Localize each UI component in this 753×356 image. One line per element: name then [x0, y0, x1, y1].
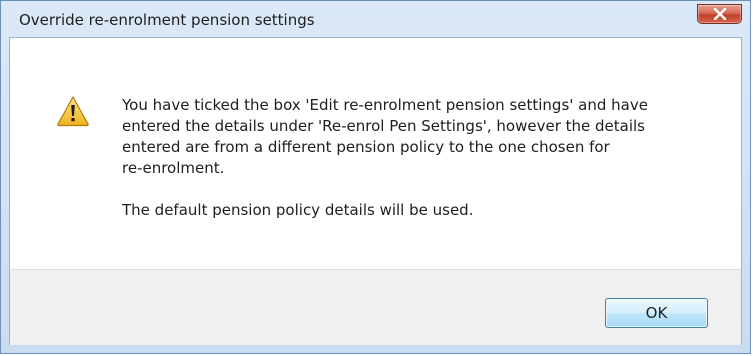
message-line: You have ticked the box 'Edit re-enrolme… — [122, 96, 648, 114]
message-line: re-enrolment. — [122, 159, 225, 177]
message-line: The default pension policy details will … — [122, 201, 474, 219]
warning-icon — [57, 96, 89, 127]
close-icon — [713, 8, 727, 20]
dialog-window: Override re-enrolment pension settings Y… — [0, 0, 751, 354]
message-line: entered the details under 'Re-enrol Pen … — [122, 117, 646, 135]
dialog-title: Override re-enrolment pension settings — [19, 11, 315, 29]
ok-button[interactable]: OK — [605, 298, 708, 328]
message-area: You have ticked the box 'Edit re-enrolme… — [10, 38, 741, 269]
message-text: You have ticked the box 'Edit re-enrolme… — [122, 95, 722, 221]
button-bar: OK — [10, 269, 741, 345]
title-bar[interactable]: Override re-enrolment pension settings — [1, 1, 750, 37]
close-button[interactable] — [697, 4, 742, 24]
dialog-body: You have ticked the box 'Edit re-enrolme… — [9, 37, 742, 345]
message-line: entered are from a different pension pol… — [122, 138, 610, 156]
